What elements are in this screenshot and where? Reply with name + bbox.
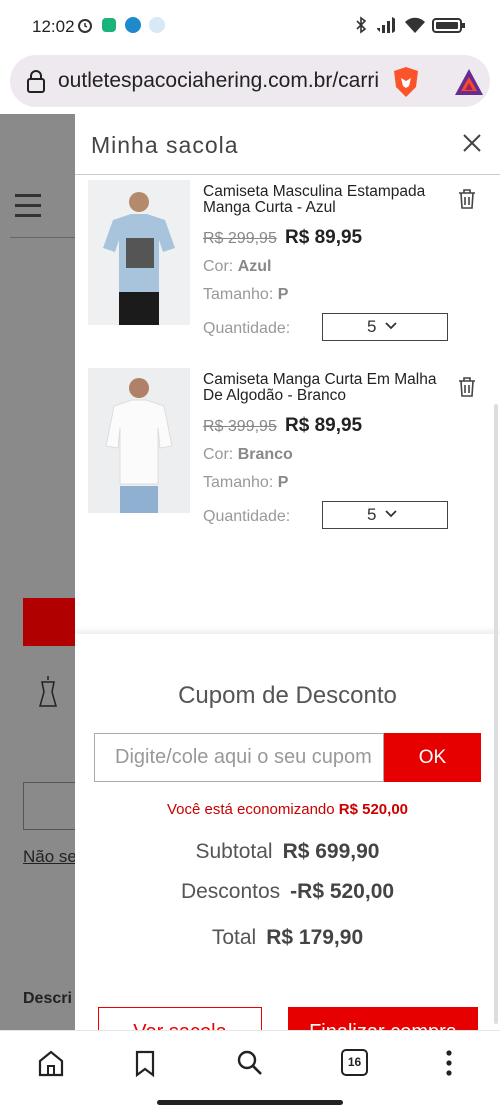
checkout-button[interactable]: Finalizar compra	[288, 1007, 478, 1030]
divider	[10, 237, 80, 238]
brave-rewards-icon[interactable]	[453, 67, 485, 97]
cart-item: Camiseta Masculina Estampada Manga Curta…	[75, 180, 485, 350]
coupon-input[interactable]	[94, 733, 384, 782]
savings-value: R$ 520,00	[338, 801, 409, 818]
battery-icon	[432, 18, 465, 33]
cart-summary: Cupom de Desconto OK Você está economiza…	[75, 634, 500, 1030]
size-info: Tamanho: P	[203, 474, 289, 491]
item-name[interactable]: Camiseta Masculina Estampada Manga Curta…	[203, 184, 443, 216]
status-time: 12:02	[32, 17, 75, 36]
product-image[interactable]	[88, 180, 190, 325]
size-value: P	[277, 474, 289, 491]
background-heading: Descri	[23, 990, 72, 1007]
cart-drawer: Minha sacola Camiseta Masculina Estampad…	[75, 114, 500, 1030]
quantity-select[interactable]: 5	[322, 501, 448, 529]
coupon-title: Cupom de Desconto	[178, 682, 397, 709]
close-icon[interactable]	[461, 132, 483, 154]
color-info: Cor: Azul	[203, 258, 272, 275]
search-icon[interactable]	[235, 1049, 265, 1077]
total-value: R$ 179,90	[266, 926, 364, 949]
quantity-value: 5	[367, 317, 377, 336]
apply-coupon-button[interactable]: OK	[384, 733, 481, 782]
app-notification-icon	[149, 17, 165, 33]
mannequin-icon	[39, 676, 57, 707]
chevron-down-icon	[385, 510, 397, 518]
drawer-header: Minha sacola	[75, 114, 500, 175]
alarm-icon	[78, 19, 92, 33]
home-icon[interactable]	[36, 1049, 66, 1077]
status-bar: 12:02	[0, 0, 500, 52]
more-options-icon[interactable]	[434, 1049, 464, 1077]
savings-message: Você está economizando R$ 520,00	[166, 801, 409, 818]
address-bar[interactable]: outletespacociahering.com.br/carrinho	[10, 55, 490, 107]
color-value: Branco	[237, 446, 293, 463]
product-photo-blue-tshirt	[88, 180, 190, 325]
cart-item: Camiseta Manga Curta Em Malha De Algodão…	[75, 368, 485, 538]
current-price: R$ 89,95	[285, 415, 363, 436]
product-image[interactable]	[88, 368, 190, 513]
chevron-down-icon	[385, 322, 397, 330]
signal-icon	[377, 17, 395, 33]
lock-icon	[27, 70, 45, 93]
view-cart-button[interactable]: Ver sacola	[98, 1007, 262, 1030]
subtotal-value: R$ 699,90	[282, 840, 380, 863]
background-link: Não se	[23, 847, 77, 866]
discount-row: Descontos -R$ 520,00	[180, 880, 395, 903]
color-value: Azul	[237, 258, 272, 275]
old-price: R$ 299,95	[203, 230, 277, 247]
brave-shield-icon[interactable]	[391, 66, 421, 98]
bookmark-icon[interactable]	[130, 1049, 160, 1077]
background-button	[23, 598, 83, 646]
total-row: Total R$ 179,90	[211, 926, 364, 949]
size-value: P	[277, 286, 289, 303]
scrollbar[interactable]	[494, 404, 498, 1024]
url-text[interactable]: outletespacociahering.com.br/carrinho	[58, 69, 378, 93]
app-notification-icon	[102, 18, 116, 32]
bluetooth-icon	[356, 16, 367, 34]
color-info: Cor: Branco	[203, 446, 293, 463]
old-price: R$ 399,95	[203, 418, 277, 435]
subtotal-row: Subtotal R$ 699,90	[195, 840, 380, 863]
tab-switcher-button[interactable]: 16	[341, 1049, 368, 1076]
size-info: Tamanho: P	[203, 286, 289, 303]
quantity-select[interactable]: 5	[322, 313, 448, 341]
trash-icon[interactable]	[457, 188, 477, 210]
quantity-value: 5	[367, 505, 377, 524]
current-price: R$ 89,95	[285, 227, 363, 248]
home-indicator[interactable]	[157, 1100, 343, 1105]
item-name[interactable]: Camiseta Manga Curta Em Malha De Algodão…	[203, 372, 443, 404]
quantity-label: Quantidade:	[203, 320, 291, 337]
browser-bottom-bar: 16	[0, 1030, 500, 1111]
quantity-label: Quantidade:	[203, 508, 291, 525]
background-input	[23, 782, 83, 830]
discount-value: -R$ 520,00	[290, 880, 395, 903]
app-notification-icon	[125, 17, 141, 33]
wifi-icon	[405, 17, 425, 33]
browser-toolbar: outletespacociahering.com.br/carrinho	[0, 52, 500, 114]
trash-icon[interactable]	[457, 376, 477, 398]
drawer-title: Minha sacola	[91, 132, 239, 158]
product-photo-white-tshirt	[88, 368, 190, 513]
menu-icon	[15, 194, 41, 224]
